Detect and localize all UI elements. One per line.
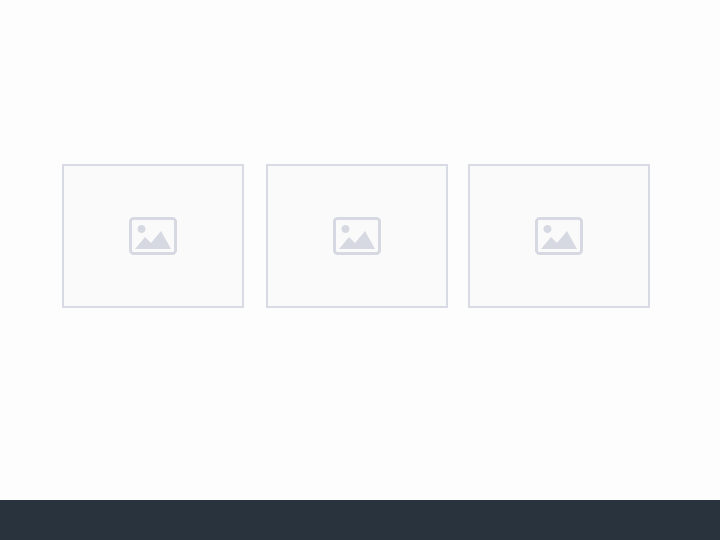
footer-bar bbox=[0, 500, 720, 540]
image-placeholder bbox=[62, 164, 244, 308]
gallery-row bbox=[0, 0, 720, 500]
image-placeholder bbox=[468, 164, 650, 308]
image-placeholder bbox=[266, 164, 448, 308]
image-placeholder-icon bbox=[333, 217, 381, 255]
image-placeholder-icon bbox=[129, 217, 177, 255]
image-placeholder-icon bbox=[535, 217, 583, 255]
